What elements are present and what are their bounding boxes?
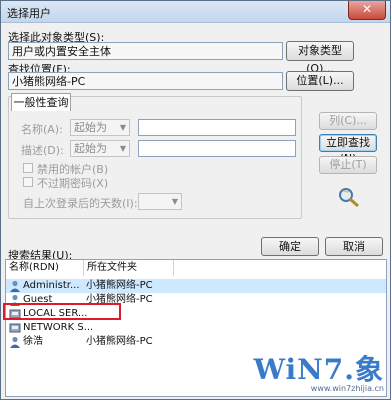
list-item[interactable]: 徐浩 小猪熊网络-PC <box>6 335 386 349</box>
description-mode-select[interactable]: 起始为 ▼ <box>70 140 130 157</box>
user-icon <box>10 336 20 348</box>
description-label: 描述(D): <box>21 144 64 157</box>
object-types-button[interactable]: 对象类型(O)... <box>286 41 354 75</box>
name-label: 名称(A): <box>21 123 63 136</box>
locations-button[interactable]: 位置(L)... <box>286 71 354 91</box>
highlight-box <box>3 303 121 320</box>
non-expiring-password-label: 不过期密码(X) <box>37 177 109 190</box>
cancel-button[interactable]: 取消 <box>325 237 383 256</box>
chevron-down-icon: ▼ <box>119 123 126 132</box>
days-since-login-select[interactable]: ▼ <box>138 193 182 210</box>
list-item[interactable]: NETWORK S... <box>6 321 386 335</box>
name-input[interactable] <box>138 119 296 136</box>
list-item[interactable]: Administr... 小猪熊网络-PC <box>6 279 386 293</box>
chevron-down-icon: ▼ <box>119 144 126 153</box>
search-flashlight-icon <box>339 188 359 208</box>
object-type-field: 用户或内置安全主体 <box>8 42 283 60</box>
non-expiring-password-checkbox[interactable] <box>23 177 33 187</box>
columns-button[interactable]: 列(C)... <box>319 112 377 130</box>
tab-general-query[interactable]: 一般性查询 <box>11 93 71 111</box>
close-button[interactable]: ✕ <box>348 1 386 20</box>
location-field: 小猪熊网络-PC <box>8 72 283 90</box>
stop-button[interactable]: 停止(T) <box>319 156 377 174</box>
user-icon <box>10 280 20 292</box>
window-title: 选择用户 <box>7 7 51 20</box>
title-bar: 选择用户 ✕ <box>1 1 390 23</box>
column-header-folder[interactable]: 所在文件夹 <box>84 260 174 276</box>
watermark-logo: WiN7.象 www.win7zhijia.cn <box>253 353 384 393</box>
name-mode-select[interactable]: 起始为 ▼ <box>70 119 130 136</box>
service-icon <box>9 323 21 333</box>
find-now-button[interactable]: 立即查找(N) <box>319 134 377 165</box>
select-user-dialog: 选择用户 ✕ 选择此对象类型(S): 用户或内置安全主体 对象类型(O)... … <box>0 0 391 400</box>
ok-button[interactable]: 确定 <box>261 237 319 256</box>
description-input[interactable] <box>138 140 296 157</box>
days-since-login-label: 自上次登录后的天数(I): <box>23 197 138 210</box>
column-header-name[interactable]: 名称(RDN) <box>6 260 84 276</box>
disabled-accounts-checkbox[interactable] <box>23 163 33 173</box>
chevron-down-icon: ▼ <box>171 197 178 206</box>
